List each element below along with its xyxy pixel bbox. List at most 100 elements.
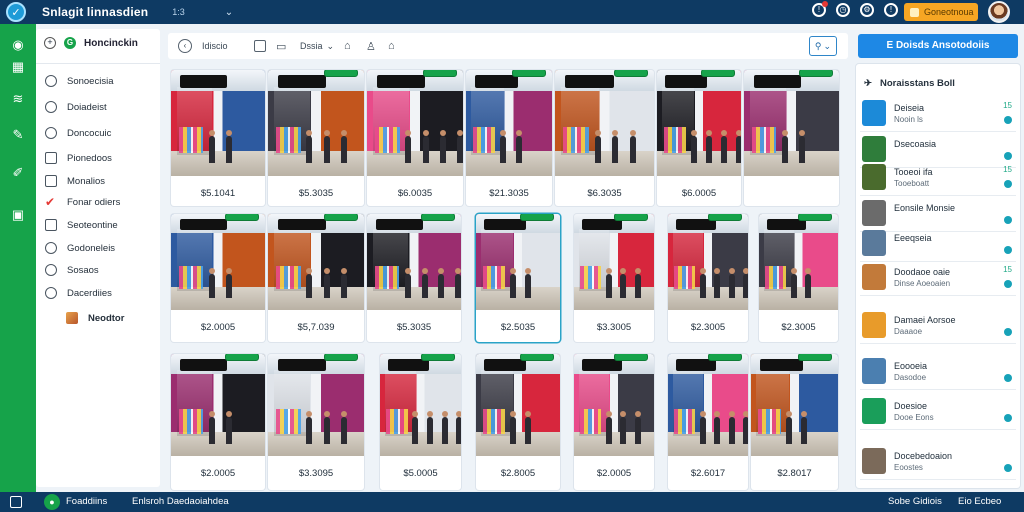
search-button[interactable]: ⚲ ⌄ bbox=[809, 36, 837, 56]
product-card[interactable]: $6.0035 bbox=[367, 70, 463, 206]
product-card[interactable]: $2.0005 bbox=[171, 214, 265, 342]
product-card[interactable] bbox=[744, 70, 839, 206]
clothing-rack bbox=[482, 265, 505, 289]
sidebar-title: Honcinckin bbox=[84, 37, 138, 49]
user-button[interactable]: ♙ bbox=[366, 39, 376, 53]
shopper bbox=[735, 129, 741, 164]
window-icon[interactable] bbox=[10, 496, 22, 508]
sidebar-item[interactable]: Pionedoos bbox=[45, 152, 112, 164]
product-card[interactable]: $21.3035 bbox=[466, 70, 552, 206]
clothing-rack bbox=[178, 127, 203, 153]
layers-icon[interactable]: ≋ bbox=[9, 90, 27, 108]
primary-action-button[interactable]: E Doisds Ansotodoiis bbox=[858, 34, 1018, 58]
store-photo bbox=[171, 214, 265, 310]
add-icon[interactable]: + bbox=[44, 37, 56, 49]
product-card[interactable]: $2.8005 bbox=[476, 354, 560, 490]
status-dot bbox=[1004, 464, 1012, 472]
list-item[interactable]: Damaei Aorsoe Daaaoe bbox=[860, 308, 1016, 344]
status-badge bbox=[798, 214, 832, 221]
list-item[interactable]: Eoooeia Dasodoe bbox=[860, 354, 1016, 390]
right-panel-header: ✈ Noraisstans Boll bbox=[864, 78, 955, 89]
bottom-label-4[interactable]: Eio Ecbeo bbox=[958, 496, 1001, 507]
shopper bbox=[799, 129, 806, 164]
store-photo bbox=[268, 354, 364, 456]
product-card[interactable]: $2.0005 bbox=[574, 354, 654, 490]
sidebar-item[interactable]: Sosaos bbox=[45, 264, 99, 276]
shopper bbox=[438, 267, 445, 299]
sidebar-item[interactable]: Godoneleis bbox=[45, 242, 115, 254]
product-card[interactable]: $6.0005 bbox=[657, 70, 741, 206]
list-item[interactable]: Doesioe Dooe Eons bbox=[860, 394, 1016, 430]
list-subtitle: Daaaoe bbox=[894, 327, 923, 336]
sidebar-item[interactable]: Monalios bbox=[45, 175, 105, 187]
list-item[interactable]: Tooeoi ifa Tooeboatt 15 bbox=[860, 160, 1016, 196]
product-card[interactable]: $6.3035 bbox=[555, 70, 654, 206]
list-item[interactable]: Doodaoe oaie Dinse Aoeoaien 15 bbox=[860, 260, 1016, 296]
grid-icon[interactable]: ▦ bbox=[9, 58, 27, 76]
sidebar-header: + G Honcinckin bbox=[44, 37, 138, 49]
check-circle-icon[interactable]: ✓ bbox=[6, 2, 26, 22]
shopper bbox=[306, 129, 313, 164]
sidebar-item[interactable]: ✔ Fonar odiers bbox=[45, 196, 120, 208]
settings-icon[interactable]: ⚙ bbox=[860, 3, 874, 17]
product-card[interactable]: $5,7.039 bbox=[268, 214, 364, 342]
list-item[interactable]: Deiseia Nooin ls 15 bbox=[860, 96, 1016, 132]
sidebar-item[interactable]: Doiadeist bbox=[45, 101, 107, 113]
bottom-label-3[interactable]: Sobe Gidiois bbox=[888, 496, 942, 507]
clothing-rack bbox=[674, 265, 696, 289]
product-card[interactable]: $5.0005 bbox=[380, 354, 461, 490]
avatar[interactable] bbox=[988, 1, 1010, 23]
notification-icon[interactable]: ! bbox=[812, 1, 828, 17]
sidebar-item[interactable]: Seoteontine bbox=[45, 219, 118, 231]
product-card[interactable]: $5.3035 bbox=[268, 70, 364, 206]
price-label: $5.1041 bbox=[200, 188, 236, 199]
product-card[interactable]: $2.3005 bbox=[759, 214, 838, 342]
product-card[interactable]: $2.3005 bbox=[668, 214, 748, 342]
home-icon[interactable]: ◉ bbox=[9, 36, 27, 54]
price-label: $21.3035 bbox=[489, 188, 529, 199]
sidebar-item-label: Sosaos bbox=[67, 264, 99, 276]
tools-icon[interactable]: ✐ bbox=[9, 164, 27, 182]
sidebar-item[interactable]: Dacerdiies bbox=[45, 287, 112, 299]
list-thumbnail bbox=[862, 312, 886, 338]
shopper bbox=[306, 411, 313, 444]
alert-icon[interactable]: ! bbox=[884, 3, 898, 17]
shopper bbox=[340, 267, 347, 299]
folder-button[interactable]: ▭ bbox=[276, 39, 286, 53]
edit-icon[interactable]: ✎ bbox=[9, 126, 27, 144]
product-card[interactable]: $2.5035 bbox=[476, 214, 560, 342]
back-button[interactable]: ‹ bbox=[178, 39, 192, 53]
product-card[interactable]: $2.8017 bbox=[751, 354, 838, 490]
sidebar-item[interactable]: Sonoecisia bbox=[45, 75, 113, 87]
home-button[interactable]: ⌂ bbox=[388, 39, 395, 53]
store-sign bbox=[564, 75, 615, 89]
sidebar-subitem[interactable]: Neodtor bbox=[66, 312, 124, 324]
list-item[interactable]: Docebedoaion Eoostes bbox=[860, 444, 1016, 480]
product-card[interactable]: $2.6017 bbox=[668, 354, 748, 490]
store-photo bbox=[476, 354, 560, 456]
clock-icon[interactable]: ◷ bbox=[836, 3, 850, 17]
list-subtitle: Nooin ls bbox=[894, 115, 923, 124]
list-item[interactable]: Eeeqseia bbox=[860, 226, 1016, 262]
product-card[interactable]: $2.0005 bbox=[171, 354, 265, 490]
list-title: Deiseia bbox=[894, 103, 925, 113]
product-card[interactable]: $3.3005 bbox=[574, 214, 654, 342]
sidebar-item-label: Neodtor bbox=[88, 312, 125, 324]
sidebar-item[interactable]: Doncocuic bbox=[45, 127, 111, 139]
upgrade-button[interactable]: Goneotnoua bbox=[904, 3, 978, 21]
brand-icon[interactable]: ● bbox=[44, 494, 60, 510]
house-button[interactable]: ⌂ bbox=[344, 39, 351, 53]
chevron-down-icon[interactable]: ⌄ bbox=[225, 7, 233, 18]
grid-view-button[interactable] bbox=[254, 39, 266, 53]
product-card[interactable]: $3.3095 bbox=[268, 354, 364, 490]
clothing-rack bbox=[580, 265, 602, 289]
list-title: Damaei Aorsoe bbox=[894, 315, 956, 325]
dropdown-select[interactable]: Dssia ⌄ bbox=[300, 39, 334, 53]
product-card[interactable]: $5.1041 bbox=[171, 70, 265, 206]
status-badge bbox=[512, 70, 546, 77]
product-card[interactable]: $5.3035 bbox=[367, 214, 461, 342]
chevron-down-icon: ⌄ bbox=[823, 40, 832, 51]
shopper bbox=[785, 411, 792, 444]
window-icon[interactable]: ▣ bbox=[9, 206, 27, 224]
clothing-rack bbox=[580, 409, 602, 434]
